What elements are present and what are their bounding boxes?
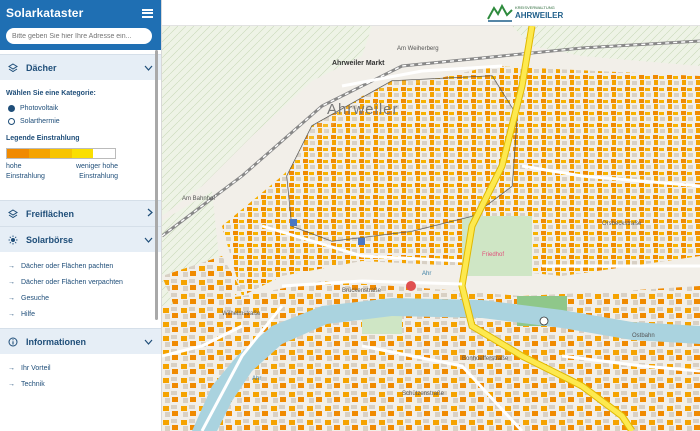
parking-marker[interactable] — [358, 238, 365, 245]
map-label-street: Brückenstraße — [342, 288, 382, 294]
mountain-logo-icon — [487, 3, 513, 22]
link-gesuche[interactable]: → Gesuche — [8, 294, 155, 304]
sun-icon — [8, 235, 18, 245]
radio-solarthermie[interactable]: Solarthermie — [8, 118, 155, 125]
chevron-down-icon — [144, 337, 153, 347]
legend-high-label: hohe — [6, 163, 22, 170]
map-canvas[interactable] — [162, 26, 700, 431]
map-label-ahr: Ahr — [422, 271, 432, 277]
radio-label: Photovoltaik — [20, 105, 59, 112]
app: Solarkataster Dächer Wählen Sie eine Kat… — [0, 0, 700, 431]
radio-label: Solarthermie — [20, 118, 60, 125]
legend-right-label: weniger hohe Einstrahlung — [76, 162, 118, 182]
link-verpachten[interactable]: → Dächer oder Flächen verpachten — [8, 278, 155, 288]
radio-photovoltaik[interactable]: Photovoltaik — [8, 105, 155, 112]
solar-map[interactable]: Ahrweiler Ahrweiler Markt Friedhof Ahr A… — [162, 26, 700, 431]
section-freiflaechen[interactable]: Freiflächen — [0, 200, 161, 226]
chevron-down-icon — [144, 63, 153, 73]
legend-left-label: hohe Einstrahlung — [6, 162, 45, 182]
link-label: Hilfe — [21, 311, 36, 318]
poi-marker[interactable] — [406, 281, 416, 291]
app-title: Solarkataster — [6, 6, 84, 20]
map-label-street: Bonhoefferstraße — [462, 356, 509, 362]
legend-title: Legende Einstrahlung — [6, 135, 80, 142]
legend-low-label: weniger hohe — [75, 163, 118, 170]
sports-marker[interactable] — [539, 316, 549, 326]
sidebar-scrollbar[interactable] — [155, 50, 158, 320]
link-label: Dächer oder Flächen pachten — [21, 263, 114, 270]
section-informationen[interactable]: Informationen — [0, 328, 161, 354]
logo-small-text: KREISVERWALTUNG — [515, 5, 555, 10]
arrow-right-icon: → — [8, 279, 15, 286]
map-label-street: Ostbahn — [632, 333, 655, 339]
map-label-street: Am Weiherberg — [397, 46, 439, 52]
link-label: Dächer oder Flächen verpachten — [21, 279, 123, 286]
section-solarboerse-label: Solarbörse — [26, 234, 74, 245]
hamburger-menu-icon[interactable] — [142, 8, 153, 18]
legend-swatch — [71, 149, 94, 158]
map-label-street: Wilhelmstraße — [222, 311, 261, 317]
radio-button[interactable] — [8, 118, 15, 125]
legend-swatch — [93, 149, 115, 158]
section-freiflaechen-label: Freiflächen — [26, 208, 75, 219]
arrow-right-icon: → — [8, 365, 15, 372]
category-title: Wählen Sie eine Kategorie: — [6, 90, 96, 97]
map-label-town: Ahrweiler — [327, 101, 399, 118]
section-informationen-label: Informationen — [26, 336, 86, 347]
arrow-right-icon: → — [8, 311, 15, 318]
map-label-ahr: Ahr — [252, 376, 262, 382]
map-label-street: Schützenstraße — [402, 391, 445, 397]
map-label-street: Orsbeckstraße — [602, 221, 642, 227]
sidebar: Solarkataster Dächer Wählen Sie eine Kat… — [0, 0, 162, 431]
sidebar-title-row: Solarkataster — [6, 4, 155, 22]
link-hilfe[interactable]: → Hilfe — [8, 310, 155, 320]
arrow-right-icon: → — [8, 263, 15, 270]
link-label: Technik — [21, 381, 45, 388]
layers-icon — [8, 208, 18, 219]
map-label-markt: Ahrweiler Markt — [332, 60, 385, 67]
link-technik[interactable]: → Technik — [8, 380, 155, 390]
legend-swatch — [28, 149, 51, 158]
arrow-right-icon: → — [8, 381, 15, 388]
top-bar: KREISVERWALTUNG AHRWEILER — [162, 0, 700, 26]
legend-labels: hohe Einstrahlung weniger hohe Einstrahl… — [6, 162, 118, 182]
legend-color-bar — [6, 148, 116, 159]
legend-swatch — [50, 149, 72, 158]
info-icon — [8, 337, 18, 347]
section-daecher-label: Dächer — [26, 62, 57, 73]
section-daecher[interactable]: Dächer — [0, 54, 161, 80]
map-label-street: Am Bahnhof — [182, 196, 216, 202]
chevron-down-icon — [144, 235, 153, 245]
chevron-right-icon — [147, 208, 153, 219]
section-solarboerse[interactable]: Solarbörse — [0, 226, 161, 252]
link-ihr-vorteil[interactable]: → Ihr Vorteil — [8, 364, 155, 374]
arrow-right-icon: → — [8, 295, 15, 302]
map-label-friedhof: Friedhof — [482, 252, 505, 258]
legend-low-sublabel: Einstrahlung — [79, 173, 118, 180]
link-label: Ihr Vorteil — [21, 365, 51, 372]
kreis-ahrweiler-logo: KREISVERWALTUNG AHRWEILER — [487, 2, 563, 24]
sidebar-header: Solarkataster — [0, 0, 161, 50]
legend-swatch — [7, 149, 29, 158]
legend-high-sublabel: Einstrahlung — [6, 173, 45, 180]
layers-icon — [8, 62, 18, 73]
parking-marker[interactable] — [290, 219, 297, 226]
link-pachten[interactable]: → Dächer oder Flächen pachten — [8, 262, 155, 272]
link-label: Gesuche — [21, 295, 50, 302]
logo-big-text: AHRWEILER — [515, 11, 564, 20]
radio-button-selected[interactable] — [8, 105, 15, 112]
address-search-input[interactable] — [6, 28, 152, 44]
